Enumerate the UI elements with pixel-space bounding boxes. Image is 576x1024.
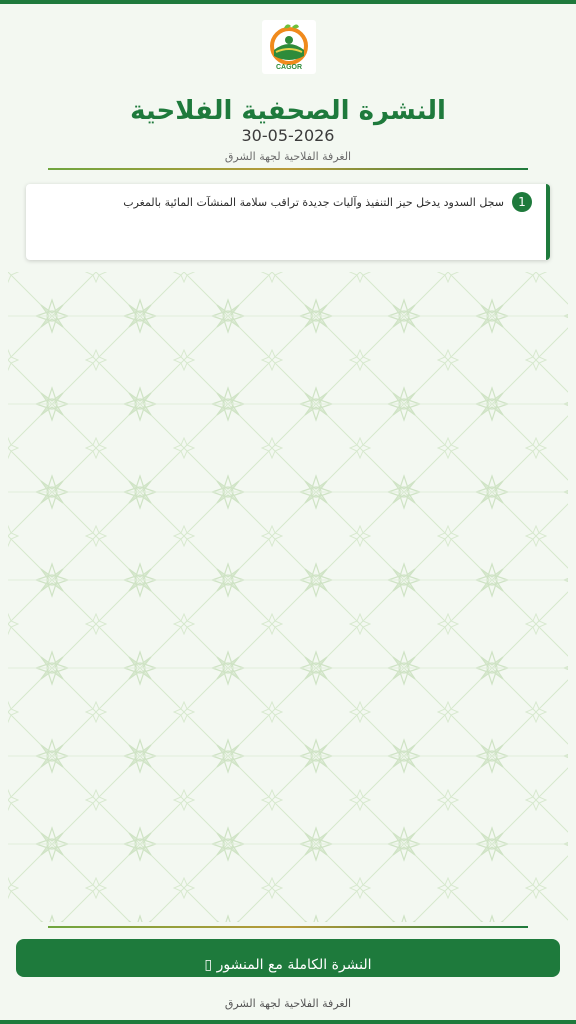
page-title: النشرة الصحفية الفلاحية: [130, 96, 446, 126]
news-item-number: 1: [512, 192, 532, 212]
footer-divider: [48, 926, 528, 928]
full-bulletin-button[interactable]: النشرة الكاملة مع المنشور ▯: [16, 939, 560, 977]
footer-text: الغرفة الفلاحية لجهة الشرق: [224, 997, 352, 1010]
bottom-accent-bar: [0, 1020, 576, 1024]
top-accent-bar: [0, 0, 576, 4]
news-item-card[interactable]: 1 سجل السدود يدخل حيز التنفيذ وآليات جدي…: [26, 184, 550, 260]
cagor-logo: CAGOR: [262, 20, 316, 74]
news-item-headline[interactable]: سجل السدود يدخل حيز التنفيذ وآليات جديدة…: [64, 196, 504, 209]
header-divider: [48, 168, 528, 170]
page-subtitle: الغرفة الفلاحية لجهة الشرق: [224, 150, 352, 163]
decorative-pattern: [8, 272, 568, 922]
logo-text: CAGOR: [276, 64, 302, 71]
bulletin-date: 30-05-2026: [241, 126, 335, 145]
